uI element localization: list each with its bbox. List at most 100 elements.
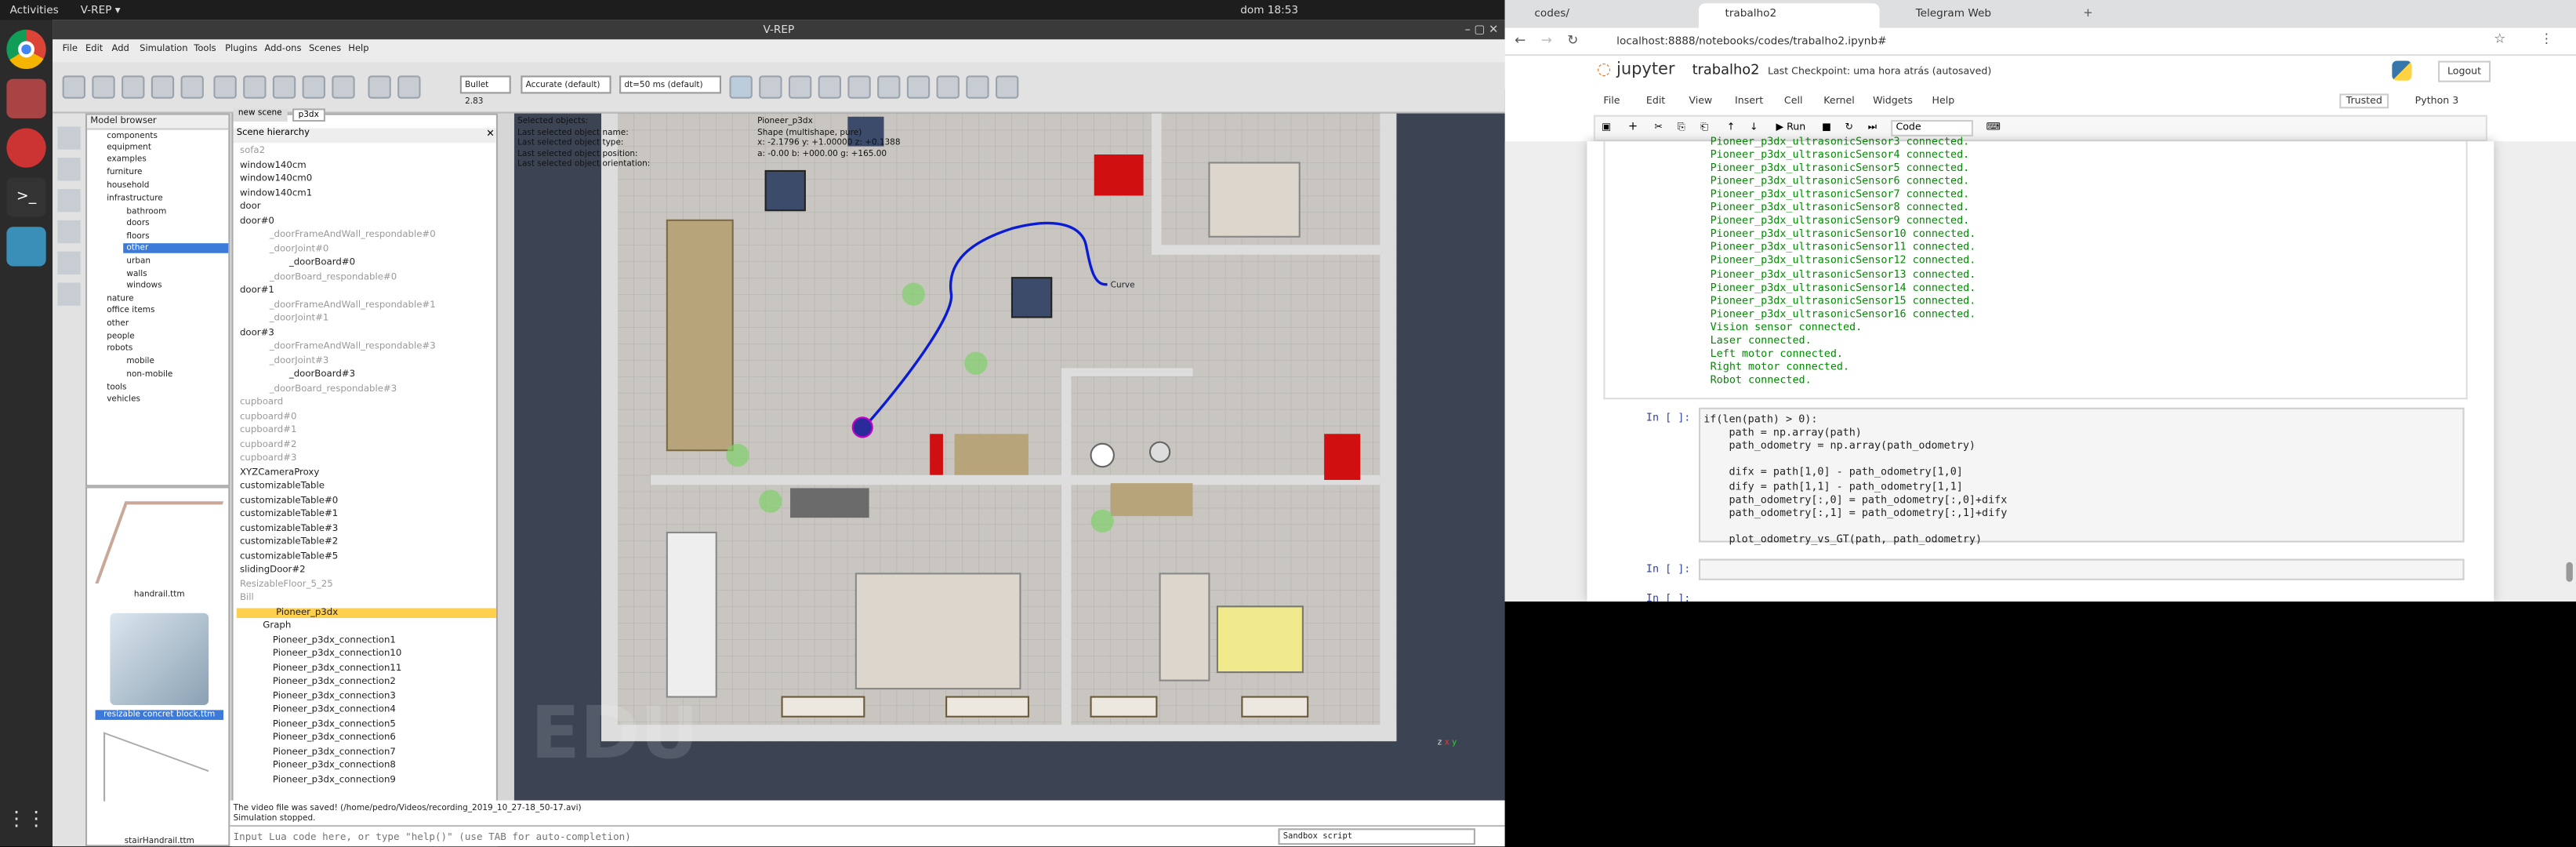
bookmark-star-icon[interactable]: ☆: [2494, 31, 2505, 46]
hierarchy-item[interactable]: Pioneer_p3dx_connection11: [273, 663, 401, 674]
hierarchy-item[interactable]: Pioneer_p3dx_connection3: [273, 691, 396, 701]
chrome-icon[interactable]: [6, 29, 46, 70]
page-selector-icon[interactable]: [966, 75, 989, 99]
menu-file[interactable]: File: [1603, 96, 1620, 107]
hierarchy-item[interactable]: Pioneer_p3dx_connection5: [273, 719, 396, 729]
reload-icon[interactable]: ↻: [1567, 33, 1578, 48]
tree-item[interactable]: household: [107, 181, 149, 191]
menu-addons[interactable]: Add-ons: [264, 45, 301, 55]
model-browser-icon[interactable]: [57, 158, 81, 181]
hierarchy-item[interactable]: door#3: [240, 328, 274, 338]
hierarchy-item[interactable]: Pioneer_p3dx_connection6: [273, 733, 396, 743]
hierarchy-item[interactable]: _doorJoint#1: [270, 314, 329, 324]
hierarchy-item[interactable]: door: [240, 202, 261, 213]
hierarchy-item[interactable]: _doorBoard_respondable#3: [270, 384, 397, 394]
hierarchy-item[interactable]: Bill: [240, 594, 254, 604]
tree-item[interactable]: floors: [126, 231, 149, 242]
url-field[interactable]: localhost:8888/notebooks/codes/trabalho2…: [1594, 31, 2514, 51]
menu-help[interactable]: Help: [348, 45, 368, 55]
hierarchy-item[interactable]: Graph: [263, 621, 291, 631]
menu-edit[interactable]: Edit: [1646, 96, 1665, 107]
physics-engine-select[interactable]: Bullet 2.83: [459, 75, 511, 107]
command-palette-icon[interactable]: ⌨: [1986, 122, 2001, 133]
click-select-icon[interactable]: [213, 75, 237, 99]
hierarchy-item[interactable]: XYZCameraProxy: [240, 467, 319, 478]
hierarchy-item[interactable]: _doorBoard#3: [289, 370, 355, 380]
jupyter-logo[interactable]: ◌ jupyter: [1597, 61, 1675, 79]
menu-help[interactable]: Help: [1932, 96, 1955, 107]
hierarchy-item[interactable]: window140cm0: [240, 174, 312, 184]
stair-handrail-thumbnail[interactable]: [103, 732, 209, 840]
tab-new-scene[interactable]: new scene: [233, 108, 287, 122]
menu-insert[interactable]: Insert: [1735, 96, 1763, 107]
hierarchy-item[interactable]: _doorFrameAndWall_respondable#3: [270, 342, 436, 352]
hierarchy-item[interactable]: Pioneer_p3dx_connection4: [273, 705, 396, 715]
menu-file[interactable]: File: [63, 45, 78, 55]
files-icon[interactable]: [6, 78, 46, 118]
vrep-icon[interactable]: [6, 227, 46, 267]
empty-code-cell[interactable]: [1698, 558, 2465, 580]
close-icon[interactable]: ✕: [486, 128, 495, 140]
user-settings-icon[interactable]: [57, 282, 81, 306]
tree-item[interactable]: vehicles: [107, 394, 140, 405]
hierarchy-item[interactable]: customizableTable#3: [240, 523, 338, 533]
clock[interactable]: dom 18:53: [1240, 0, 1298, 20]
camera-rotate-icon[interactable]: [92, 75, 115, 99]
scrollbar-thumb[interactable]: [2566, 562, 2573, 582]
tree-item[interactable]: components: [107, 132, 158, 142]
tree-item[interactable]: non-mobile: [126, 370, 172, 380]
tree-item[interactable]: infrastructure: [107, 194, 163, 204]
hierarchy-item[interactable]: Pioneer_p3dx_connection9: [273, 775, 396, 785]
hierarchy-item[interactable]: window140cm: [240, 160, 307, 170]
tree-item[interactable]: doors: [126, 219, 149, 229]
tree-item[interactable]: tools: [107, 383, 126, 393]
fit-view-icon[interactable]: [180, 75, 204, 99]
logout-button[interactable]: Logout: [2438, 60, 2491, 82]
save-icon[interactable]: ▣: [1602, 122, 1611, 133]
concrete-block-thumbnail[interactable]: [110, 613, 209, 706]
tab-trabalho2[interactable]: trabalho2: [1698, 3, 1880, 28]
show-apps-icon[interactable]: ⋮⋮⋮: [6, 799, 65, 838]
threaded-render-icon[interactable]: [906, 75, 931, 99]
restart-icon[interactable]: ↻: [1845, 122, 1853, 133]
terminal-icon[interactable]: >_: [6, 177, 46, 217]
hierarchy-item[interactable]: window140cm1: [240, 188, 312, 198]
faster-icon[interactable]: [877, 75, 901, 99]
chrome-menu-icon[interactable]: ⋮: [2540, 31, 2553, 46]
move-up-icon[interactable]: ↑: [1727, 122, 1736, 133]
hierarchy-item[interactable]: customizableTable: [240, 482, 325, 492]
menu-plugins[interactable]: Plugins: [225, 45, 257, 55]
run-button[interactable]: ▶ Run: [1776, 122, 1805, 133]
tree-item[interactable]: windows: [126, 281, 161, 291]
redo-icon[interactable]: [397, 75, 421, 99]
transfer-dna-icon[interactable]: [332, 75, 355, 99]
tree-item[interactable]: examples: [107, 154, 147, 165]
hierarchy-item[interactable]: _doorBoard_respondable#0: [270, 272, 397, 282]
activities-button[interactable]: Activities: [10, 0, 59, 20]
notebook-title[interactable]: trabalho2: [1693, 63, 1760, 79]
hierarchy-item[interactable]: _doorFrameAndWall_respondable#0: [270, 230, 436, 240]
cell-type-select[interactable]: Code: [1891, 119, 1973, 136]
scene-selector-icon[interactable]: [995, 75, 1019, 99]
hierarchy-item[interactable]: Pioneer_p3dx_connection1: [273, 635, 396, 645]
hierarchy-item[interactable]: _doorBoard#0: [289, 258, 355, 268]
camera-angle-icon[interactable]: [151, 75, 175, 99]
hierarchy-item[interactable]: Pioneer_p3dx_connection2: [273, 677, 396, 687]
scene-hierarchy-icon[interactable]: [57, 189, 81, 213]
restart-run-all-icon[interactable]: ⏭: [1868, 122, 1877, 135]
tree-item[interactable]: mobile: [126, 357, 154, 367]
start-simulation-icon[interactable]: [729, 75, 753, 99]
hierarchy-item[interactable]: cupboard#1: [240, 426, 296, 436]
tree-item[interactable]: urban: [126, 256, 151, 267]
assemble-icon[interactable]: [302, 75, 325, 99]
script-select[interactable]: Sandbox script: [1278, 828, 1475, 845]
menu-view[interactable]: View: [1689, 96, 1712, 107]
timestep-select[interactable]: dt=50 ms (default): [619, 75, 722, 94]
tree-item-selected[interactable]: other: [123, 243, 229, 253]
video-recorder-icon[interactable]: [57, 251, 81, 274]
tree-item[interactable]: equipment: [107, 143, 151, 153]
layers-icon[interactable]: [57, 220, 81, 244]
cut-icon[interactable]: ✂: [1654, 122, 1663, 133]
menu-add[interactable]: Add: [112, 45, 129, 55]
app-menu[interactable]: V-REP ▾: [81, 0, 121, 20]
